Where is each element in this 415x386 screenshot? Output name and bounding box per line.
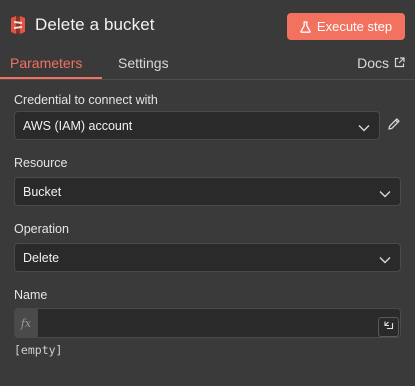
edit-credential-icon[interactable] [387, 117, 401, 136]
empty-value-hint: [empty] [14, 343, 63, 357]
chevron-down-icon [358, 121, 370, 135]
execute-step-button[interactable]: Execute step [287, 13, 405, 40]
name-label: Name [14, 288, 48, 302]
open-editor-icon [383, 318, 394, 336]
tab-bar: Parameters Settings Docs [0, 50, 415, 80]
credential-label: Credential to connect with [14, 93, 158, 107]
operation-label: Operation [14, 222, 69, 236]
flask-icon [300, 20, 311, 33]
execute-step-label: Execute step [316, 19, 393, 34]
chevron-down-icon [379, 187, 391, 201]
credential-value: AWS (IAM) account [23, 118, 133, 133]
expand-editor-button[interactable] [378, 317, 399, 337]
operation-select[interactable]: Delete [14, 243, 401, 272]
resource-select[interactable]: Bucket [14, 177, 401, 206]
resource-value: Bucket [23, 184, 62, 199]
name-expression-input[interactable]: fx [14, 308, 401, 338]
docs-label: Docs [357, 55, 389, 71]
tab-settings[interactable]: Settings [118, 55, 169, 71]
active-tab-indicator [0, 77, 102, 79]
resource-label: Resource [14, 156, 68, 170]
aws-s3-icon [10, 15, 26, 35]
operation-value: Delete [23, 250, 60, 265]
external-link-icon [394, 55, 405, 71]
fx-icon[interactable]: fx [15, 309, 38, 337]
tab-docs[interactable]: Docs [357, 55, 405, 71]
credential-select[interactable]: AWS (IAM) account [14, 111, 380, 140]
tab-parameters[interactable]: Parameters [10, 55, 82, 71]
node-parameters-panel: Delete a bucket Execute step Parameters … [0, 0, 415, 386]
node-title: Delete a bucket [35, 15, 155, 34]
panel-header: Delete a bucket Execute step [0, 0, 415, 50]
chevron-down-icon [379, 253, 391, 267]
